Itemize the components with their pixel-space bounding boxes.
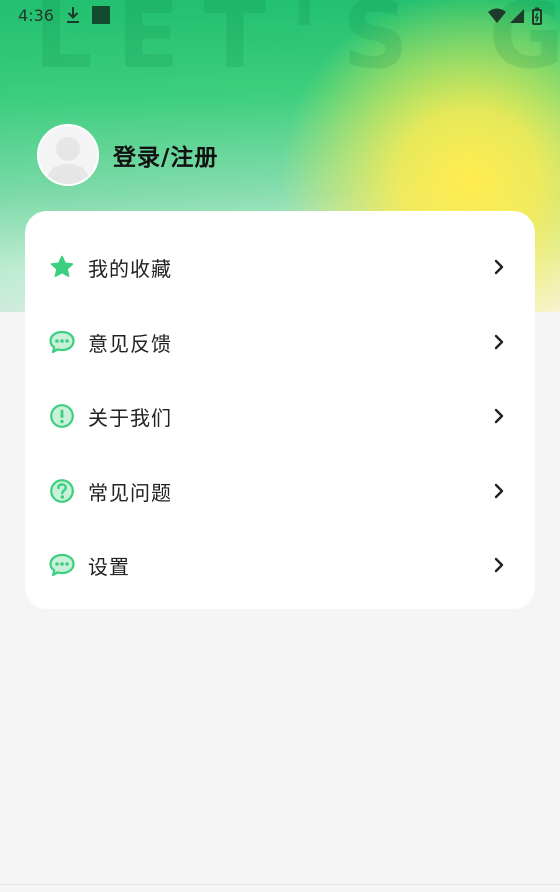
question-icon — [49, 478, 75, 504]
menu-item-faq[interactable]: 常见问题 — [25, 454, 535, 528]
menu-item-favorites[interactable]: 我的收藏 — [25, 230, 535, 304]
avatar[interactable] — [37, 124, 99, 186]
wifi-icon — [488, 8, 506, 23]
chevron-right-icon — [494, 334, 504, 350]
chevron-right-icon — [494, 557, 504, 573]
chevron-right-icon — [494, 483, 504, 499]
download-icon — [67, 7, 79, 23]
menu-item-label: 意见反馈 — [88, 331, 172, 356]
menu-item-settings[interactable]: 设置 — [25, 528, 535, 602]
menu-item-label: 常见问题 — [88, 480, 172, 505]
status-bar: 4:36 — [0, 0, 560, 32]
star-icon — [49, 254, 75, 280]
chat-icon — [49, 329, 75, 355]
chevron-right-icon — [494, 408, 504, 424]
menu-item-feedback[interactable]: 意见反馈 — [25, 305, 535, 379]
login-register-label[interactable]: 登录/注册 — [113, 138, 218, 172]
signal-icon — [510, 9, 524, 23]
menu-item-about-us[interactable]: 关于我们 — [25, 379, 535, 453]
default-user-icon — [39, 126, 97, 184]
menu-item-label: 设置 — [88, 554, 130, 579]
status-time: 4:36 — [18, 6, 54, 25]
menu-item-label: 我的收藏 — [88, 256, 172, 281]
battery-icon — [532, 7, 542, 25]
info-exclamation-icon — [49, 403, 75, 429]
login-profile-button[interactable]: 登录/注册 — [37, 124, 218, 186]
menu-item-label: 关于我们 — [88, 405, 172, 430]
menu-card: 我的收藏 意见反馈 关于我们 常见问题 设置 — [25, 211, 535, 609]
bottom-divider — [0, 884, 560, 885]
chat-icon — [49, 552, 75, 578]
status-right-icons — [488, 7, 542, 25]
chevron-right-icon — [494, 259, 504, 275]
app-square-icon — [92, 6, 110, 24]
